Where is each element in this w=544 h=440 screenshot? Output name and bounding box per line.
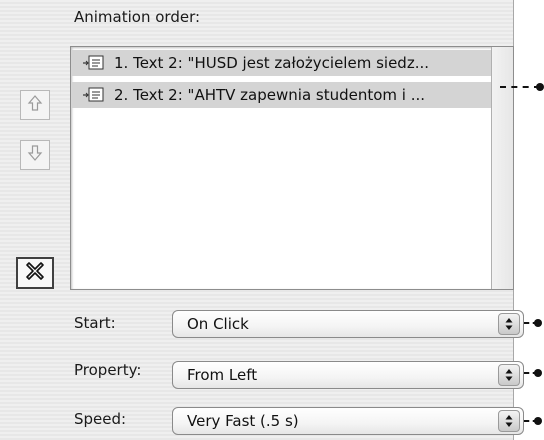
list-item-text: 2. Text 2: "AHTV zapewnia studentom i ..… xyxy=(114,86,426,104)
callout-leader xyxy=(524,416,544,426)
property-label: Property: xyxy=(74,361,142,379)
move-up-button[interactable] xyxy=(20,90,50,120)
speed-label: Speed: xyxy=(74,410,127,428)
animation-order-list[interactable]: 1. Text 2: "HUSD jest założycielem siedz… xyxy=(70,46,514,290)
animation-order-label: Animation order: xyxy=(74,8,201,26)
callout-leader xyxy=(524,318,544,328)
down-arrow-icon xyxy=(27,144,43,166)
start-popup[interactable]: On Click xyxy=(172,310,524,338)
up-down-arrows-icon xyxy=(498,364,520,386)
callout-leader xyxy=(524,368,544,378)
callout-leader xyxy=(500,82,544,92)
start-label: Start: xyxy=(74,314,116,332)
list-item[interactable]: 2. Text 2: "AHTV zapewnia studentom i ..… xyxy=(72,82,492,108)
up-down-arrows-icon xyxy=(498,313,520,335)
speed-popup[interactable]: Very Fast (.5 s) xyxy=(172,407,524,435)
start-popup-value: On Click xyxy=(187,315,249,333)
list-item[interactable]: 1. Text 2: "HUSD jest założycielem siedz… xyxy=(72,50,492,76)
list-item-text: 1. Text 2: "HUSD jest założycielem siedz… xyxy=(114,54,429,72)
text-build-icon xyxy=(82,55,106,71)
up-down-arrows-icon xyxy=(498,410,520,432)
delete-animation-button[interactable] xyxy=(16,257,54,289)
property-popup-value: From Left xyxy=(187,366,258,384)
build-inspector-panel: Animation order: 1. Text 2: "HUSD jest z… xyxy=(0,0,524,440)
text-build-icon xyxy=(82,87,106,103)
speed-popup-value: Very Fast (.5 s) xyxy=(187,412,299,430)
move-down-button[interactable] xyxy=(20,140,50,170)
property-popup[interactable]: From Left xyxy=(172,361,524,389)
up-arrow-icon xyxy=(27,94,43,116)
x-icon xyxy=(24,260,46,286)
